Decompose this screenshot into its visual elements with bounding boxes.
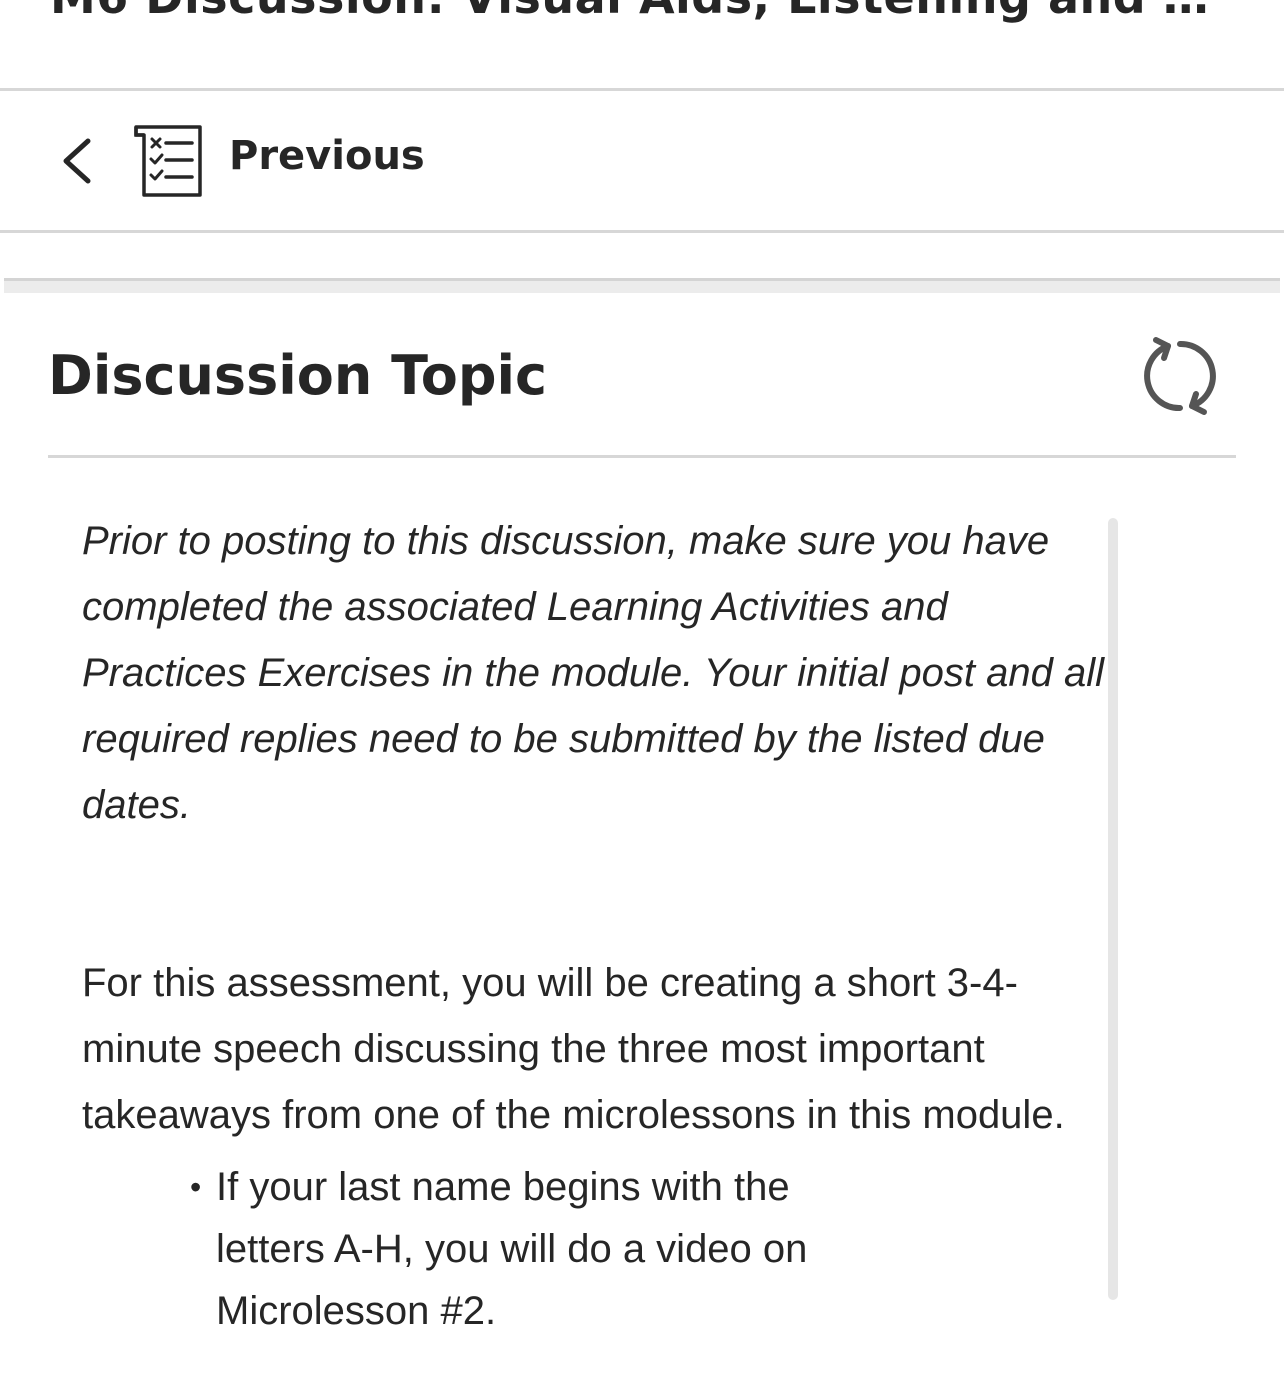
section-title: Discussion Topic (48, 344, 547, 407)
discussion-topic-header: Discussion Topic (48, 330, 1236, 458)
previous-nav[interactable]: Previous (0, 91, 1284, 233)
page-title: M6 Discussion: Visual Aids, Listening an… (50, 0, 1230, 24)
intro-paragraph: Prior to posting to this discussion, mak… (82, 519, 1105, 827)
assessment-paragraph: For this assessment, you will be creatin… (82, 961, 1065, 1137)
checklist-document-icon (134, 125, 202, 197)
discussion-page: M6 Discussion: Visual Aids, Listening an… (0, 0, 1284, 1399)
list-item: If your last name begins with the letter… (190, 1156, 890, 1342)
chevron-left-icon[interactable] (56, 135, 100, 187)
discussion-content: Prior to posting to this discussion, mak… (82, 508, 1104, 1342)
refresh-icon[interactable] (1138, 334, 1222, 418)
title-bar: M6 Discussion: Visual Aids, Listening an… (0, 0, 1284, 91)
previous-link[interactable]: Previous (229, 133, 425, 179)
bullet-list: If your last name begins with the letter… (82, 1156, 890, 1342)
content-scrollbar[interactable] (1108, 518, 1118, 1300)
section-divider (4, 278, 1280, 293)
